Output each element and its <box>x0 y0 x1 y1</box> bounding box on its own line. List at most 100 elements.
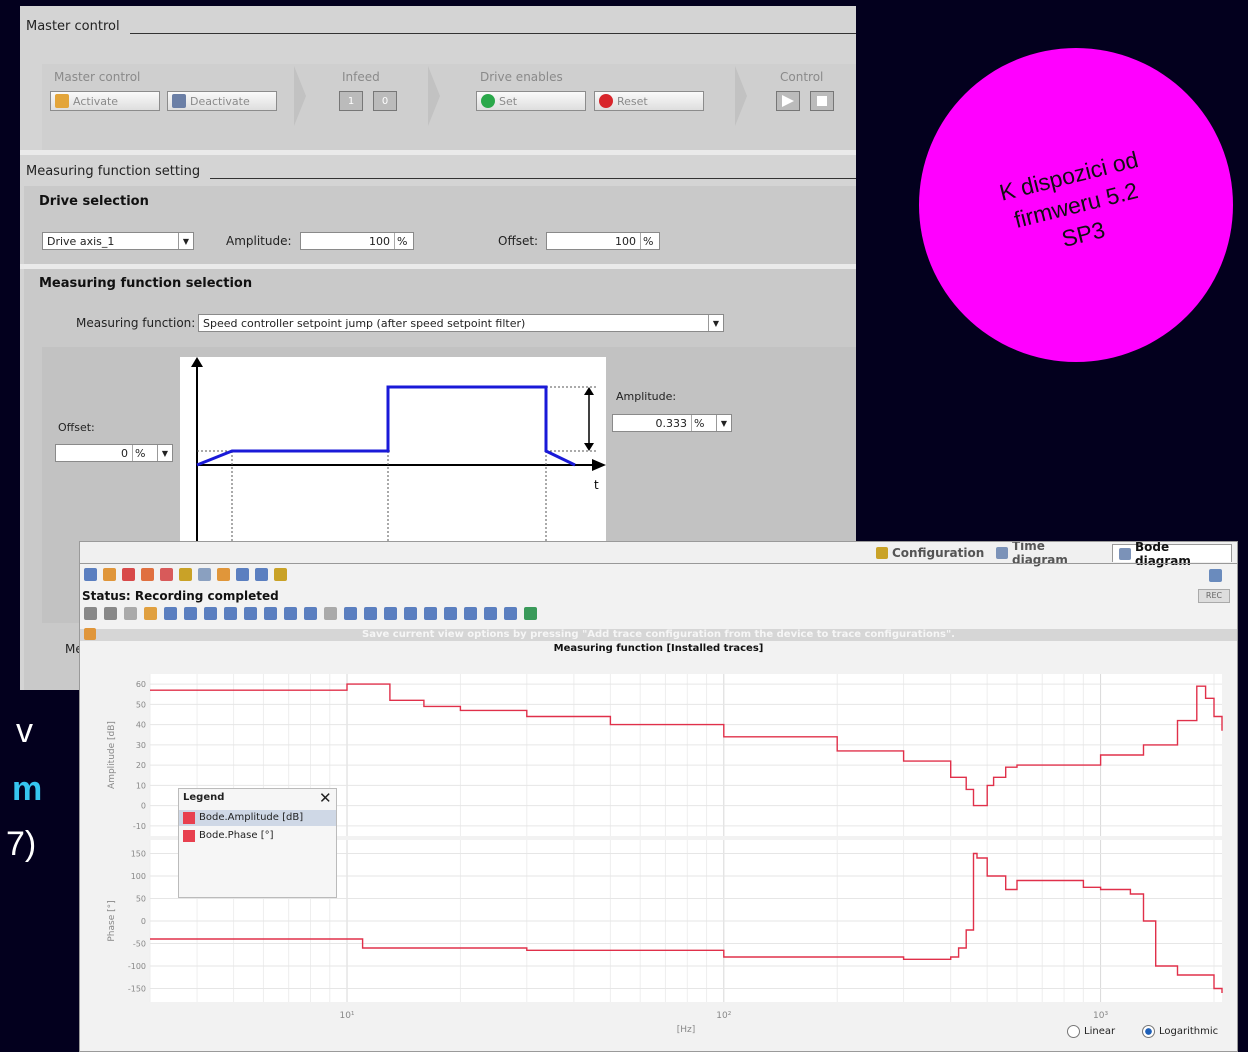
legend-panel: Legend ✕ Bode.Amplitude [dB] Bode.Phase … <box>178 788 337 898</box>
activate-label: Activate <box>73 94 119 108</box>
chevron-down-icon: ▼ <box>178 233 193 249</box>
legend-item-label: Bode.Amplitude [dB] <box>199 812 304 823</box>
infeed-off-button[interactable]: 0 <box>373 91 397 111</box>
logarithmic-label: Logarithmic <box>1159 1026 1219 1037</box>
offset-value: 100 <box>615 234 636 248</box>
chevron-down-icon: ▼ <box>708 315 723 331</box>
y-tick-label: 0 <box>141 802 146 811</box>
x-circle-icon <box>599 94 613 108</box>
x-tick-label: 10¹ <box>339 1011 354 1021</box>
series-color-swatch <box>183 830 195 842</box>
reset-label: Reset <box>617 94 648 108</box>
y-tick-label: 100 <box>131 872 146 881</box>
x-tick-label: 10² <box>716 1011 731 1021</box>
infeed-on-button[interactable]: 1 <box>339 91 363 111</box>
group-master-label: Master control <box>54 70 141 84</box>
diagram-offset-value: 0 <box>121 446 128 460</box>
group-infeed-label: Infeed <box>342 70 380 84</box>
x-tick-label: 10³ <box>1093 1011 1108 1021</box>
chevron-divider <box>294 66 306 126</box>
amplitude-field[interactable]: 100 % <box>300 232 414 250</box>
trace-window: Configuration Time diagram Bode diagram … <box>79 541 1238 1052</box>
y-tick-label: 30 <box>136 741 146 750</box>
amplitude-label: Amplitude: <box>226 234 292 248</box>
chevron-down-icon: ▼ <box>716 415 731 431</box>
diagram-amplitude-value: 0.333 <box>655 416 688 430</box>
diagram-offset-label: Offset: <box>58 421 95 434</box>
slide-fragment-v: v <box>16 712 33 750</box>
y-tick-label: 50 <box>136 700 146 709</box>
play-button[interactable] <box>776 91 800 111</box>
y-tick-label: 150 <box>131 850 146 859</box>
deactivate-label: Deactivate <box>190 94 250 108</box>
master-control-title: Master control <box>26 19 126 34</box>
y-tick-label: -50 <box>133 940 146 949</box>
legend-item[interactable]: Bode.Amplitude [dB] <box>179 810 336 826</box>
offset-field[interactable]: 100 % <box>546 232 660 250</box>
diagram-amplitude-field[interactable]: 0.333 % ▼ <box>612 414 732 432</box>
y-tick-label: 40 <box>136 721 146 730</box>
mf-label: Measuring function: <box>76 316 196 330</box>
chevron-divider <box>428 66 440 126</box>
stop-button[interactable] <box>810 91 834 111</box>
x-axis-label: [Hz] <box>677 1025 696 1035</box>
offset-label: Offset: <box>498 234 539 248</box>
drive-selection-title: Drive selection <box>39 194 149 209</box>
diagram-offset-field[interactable]: 0 % ▼ <box>55 444 173 462</box>
firmware-badge: K dispozici od firmweru 5.2 SP3 <box>919 48 1233 362</box>
group-control-label: Control <box>780 70 824 84</box>
hand-icon <box>55 94 69 108</box>
y-tick-label: -10 <box>133 822 146 831</box>
section-divider <box>210 178 856 179</box>
set-label: Set <box>499 94 518 108</box>
logarithmic-radio[interactable]: Logarithmic <box>1142 1025 1218 1038</box>
y-tick-label: -150 <box>128 985 146 994</box>
y-tick-label: 20 <box>136 761 146 770</box>
offset-unit: % <box>640 233 659 249</box>
radio-unchecked-icon <box>1067 1025 1080 1038</box>
mf-selection-title: Measuring function selection <box>39 276 253 291</box>
y-tick-label: 0 <box>141 917 146 926</box>
monitor-icon <box>172 94 186 108</box>
close-icon[interactable]: ✕ <box>319 789 332 807</box>
y-tick-label: 60 <box>136 680 146 689</box>
diagram-amplitude-label: Amplitude: <box>616 390 677 403</box>
stop-icon <box>817 96 827 106</box>
setpoint-jump-diagram: t <box>180 357 606 545</box>
legend-title: Legend <box>183 792 225 803</box>
chevron-down-icon: ▼ <box>157 445 172 461</box>
drive-select[interactable]: Drive axis_1 ▼ <box>42 232 194 250</box>
measuring-function-select[interactable]: Speed controller setpoint jump (after sp… <box>198 314 724 332</box>
amplitude-axis-label: Amplitude [dB] <box>107 721 117 789</box>
drive-selection-group: Drive selection Drive axis_1 ▼ Amplitude… <box>24 186 856 264</box>
y-tick-label: 10 <box>136 781 146 790</box>
set-button[interactable]: Set <box>476 91 586 111</box>
y-tick-label: 50 <box>136 895 146 904</box>
radio-checked-icon <box>1142 1025 1155 1038</box>
chevron-divider <box>735 66 747 126</box>
legend-item[interactable]: Bode.Phase [°] <box>179 828 336 844</box>
time-axis-label: t <box>594 478 599 492</box>
section-gap <box>20 150 856 155</box>
diagram-amplitude-unit: % <box>691 415 716 431</box>
amplitude-unit: % <box>394 233 413 249</box>
reset-button[interactable]: Reset <box>594 91 704 111</box>
activate-button[interactable]: Activate <box>50 91 160 111</box>
amplitude-value: 100 <box>369 234 390 248</box>
section-divider <box>130 33 856 34</box>
linear-label: Linear <box>1084 1026 1116 1037</box>
y-tick-label: -100 <box>128 962 146 971</box>
mf-select-value: Speed controller setpoint jump (after sp… <box>203 316 526 330</box>
diagram-offset-unit: % <box>132 445 157 461</box>
measuring-setting-title: Measuring function setting <box>26 164 207 179</box>
drive-select-value: Drive axis_1 <box>47 234 115 248</box>
series-color-swatch <box>183 812 195 824</box>
group-drive-enables-label: Drive enables <box>480 70 563 84</box>
linear-radio[interactable]: Linear <box>1067 1025 1115 1038</box>
check-icon <box>481 94 495 108</box>
play-icon <box>782 95 794 107</box>
deactivate-button[interactable]: Deactivate <box>167 91 277 111</box>
phase-axis-label: Phase [°] <box>107 900 117 941</box>
slide-fragment-m: m <box>12 770 43 808</box>
master-control-row: Master control Infeed Drive enables Cont… <box>42 64 856 150</box>
